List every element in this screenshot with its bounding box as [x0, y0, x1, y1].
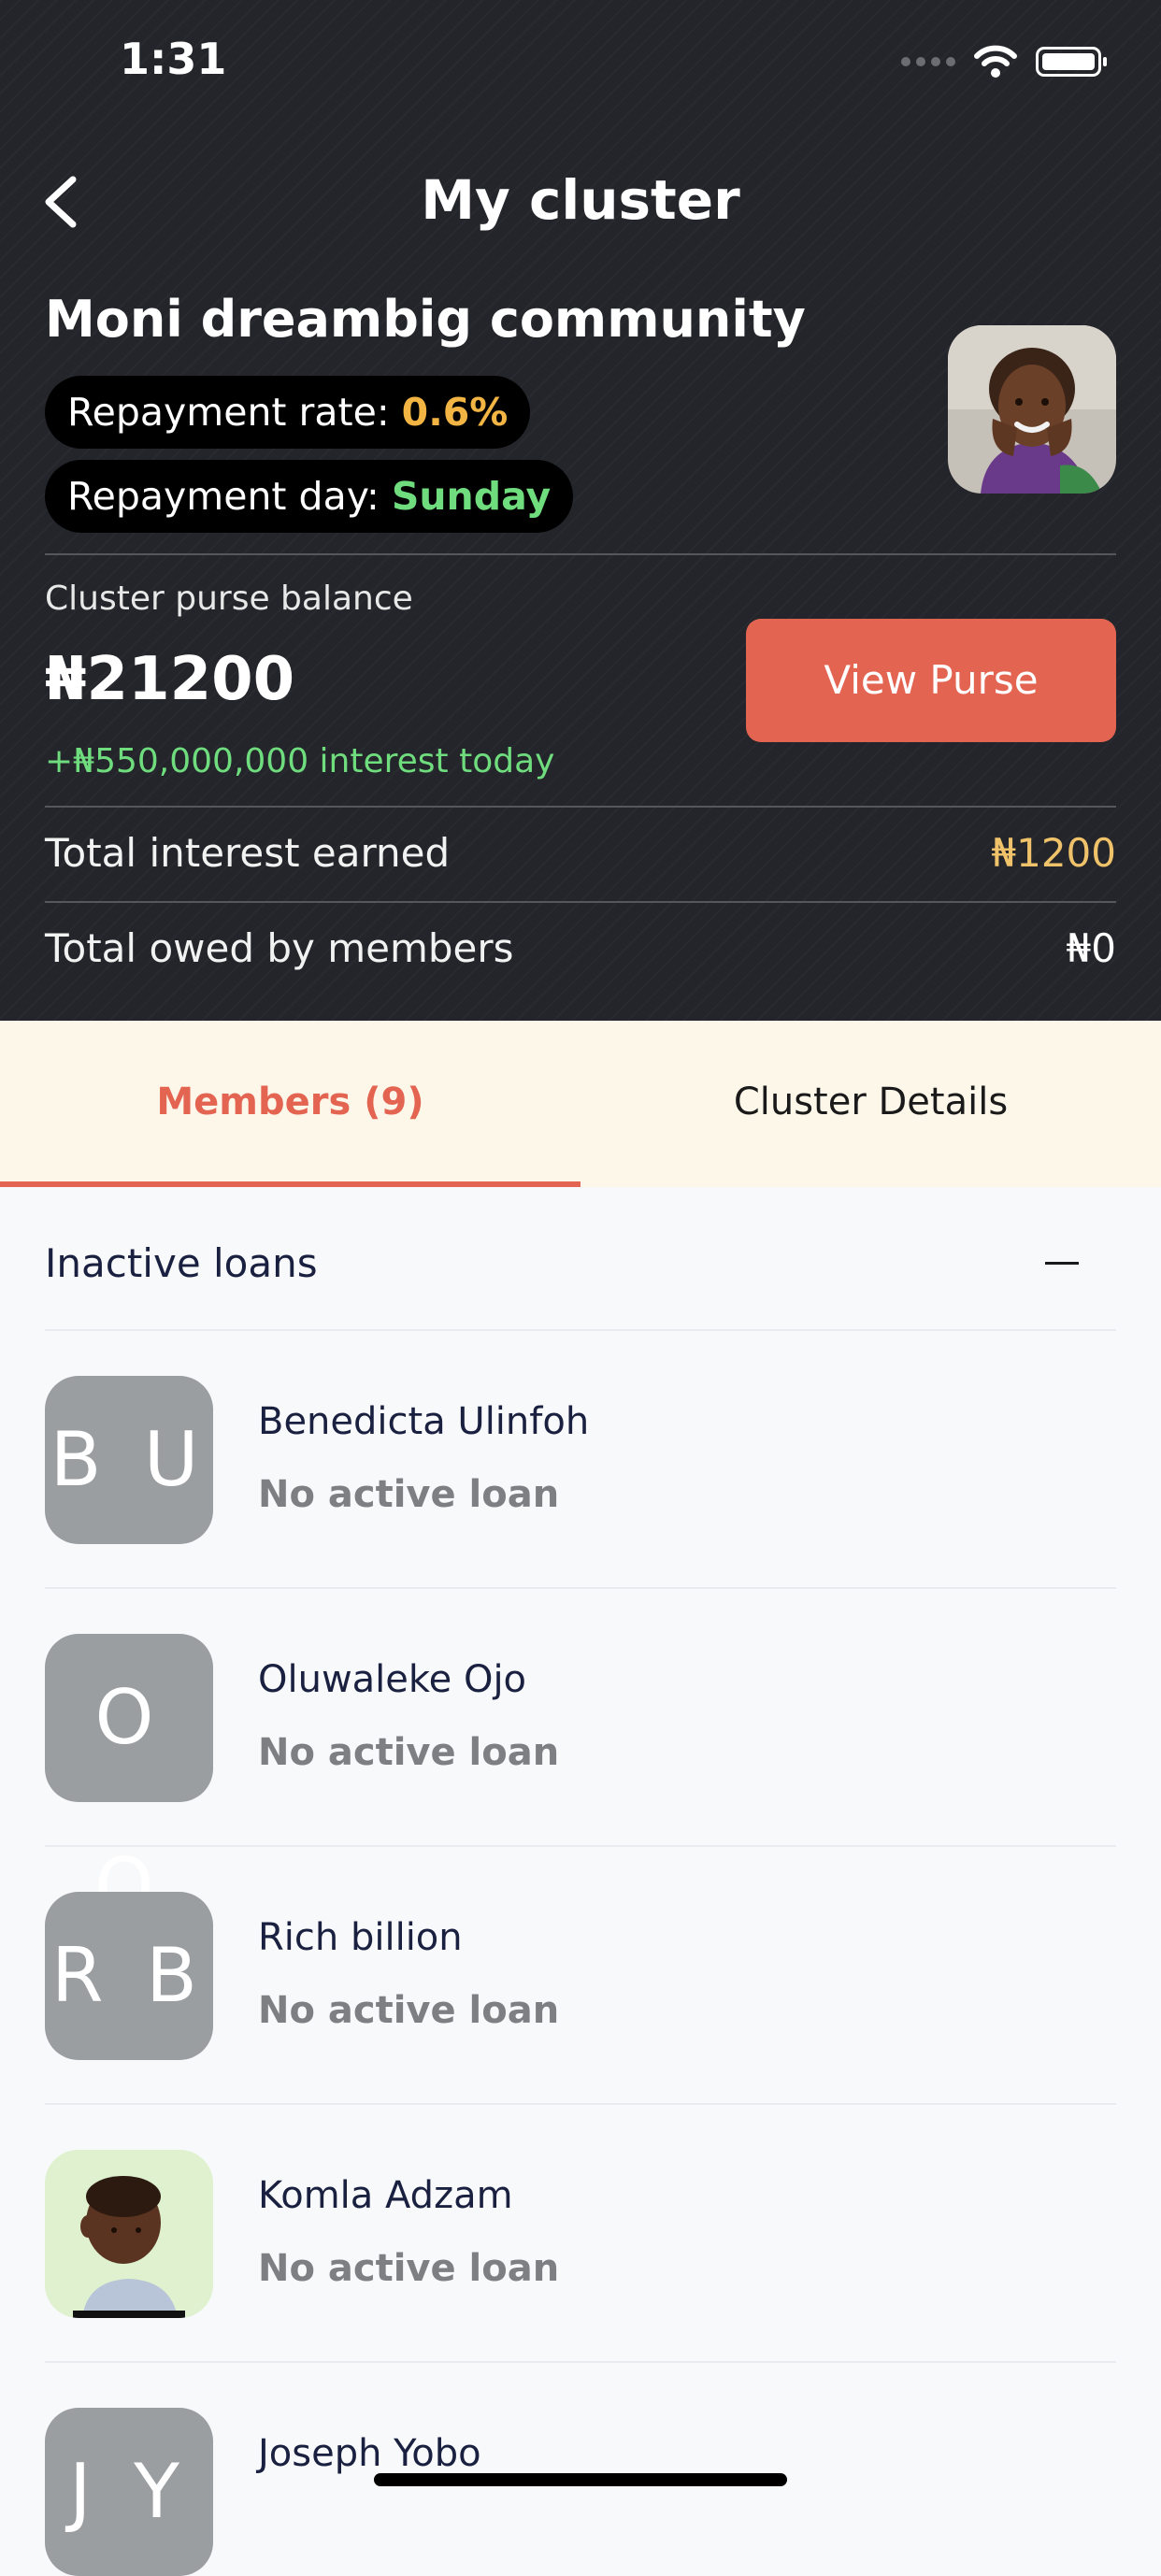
list-divider	[45, 1329, 1116, 1331]
active-tab-indicator	[0, 1181, 580, 1187]
member-loan-status: No active loan	[258, 2247, 560, 2290]
total-owed-label: Total owed by members	[45, 925, 514, 971]
section-title: Inactive loans	[45, 1240, 318, 1286]
member-name: Benedicta Ulinfoh	[258, 1400, 590, 1443]
member-loan-status: No active loan	[258, 1473, 560, 1516]
purse-balance-label: Cluster purse balance	[45, 580, 413, 618]
member-initials-avatar: J Y	[45, 2408, 213, 2576]
member-row[interactable]: Komla Adzam No active loan	[45, 2150, 1116, 2318]
summary-divider	[45, 806, 1116, 808]
list-divider	[45, 1587, 1116, 1589]
cellular-signal-icon	[901, 57, 955, 66]
member-photo-image	[45, 2150, 213, 2318]
repayment-rate-label: Repayment rate:	[67, 390, 402, 435]
repayment-day-badge: Repayment day: Sunday	[45, 460, 574, 533]
tab-cluster-details[interactable]: Cluster Details	[580, 1021, 1161, 1187]
inactive-loans-header[interactable]: Inactive loans	[45, 1232, 1116, 1295]
member-initials-avatar: O O	[45, 1634, 213, 1929]
cluster-avatar-image	[948, 325, 1116, 494]
list-divider	[45, 2103, 1116, 2105]
total-owed-value: ₦0	[1066, 925, 1116, 971]
cluster-header: 1:31 My cluster Moni dreambig community …	[0, 0, 1161, 1021]
status-time: 1:31	[120, 34, 227, 84]
status-icons	[901, 45, 1107, 79]
member-loan-status: No active loan	[258, 1731, 560, 1774]
tab-bar: Members (9) Cluster Details	[0, 1021, 1161, 1187]
repayment-day-value: Sunday	[391, 474, 552, 519]
list-divider	[45, 1845, 1116, 1847]
list-divider	[45, 2361, 1116, 2363]
member-photo-avatar	[45, 2150, 213, 2318]
member-row[interactable]: R B Rich billion No active loan	[45, 1892, 1116, 2060]
battery-icon	[1036, 47, 1107, 77]
member-name: Rich billion	[258, 1916, 463, 1959]
interest-today-text: +₦550,000,000 interest today	[45, 742, 555, 780]
repayment-rate-badge: Repayment rate: 0.6%	[45, 376, 531, 449]
purse-balance-amount: ₦21200	[45, 645, 295, 714]
member-initials-avatar: B U	[45, 1376, 213, 1544]
header-divider	[45, 553, 1116, 555]
member-name: Oluwaleke Ojo	[258, 1658, 527, 1701]
tab-members[interactable]: Members (9)	[0, 1021, 580, 1187]
member-loan-status: No active loan	[258, 1989, 560, 2032]
member-name: Joseph Yobo	[258, 2432, 481, 2475]
repayment-day-label: Repayment day:	[67, 474, 392, 519]
repayment-rate-value: 0.6%	[401, 390, 509, 435]
view-purse-button[interactable]: View Purse	[746, 619, 1116, 742]
member-row[interactable]: O O Oluwaleke Ojo No active loan	[45, 1634, 1116, 1929]
member-initials-avatar: R B	[45, 1892, 213, 2060]
member-name: Komla Adzam	[258, 2174, 513, 2217]
member-row[interactable]: B U Benedicta Ulinfoh No active loan	[45, 1376, 1116, 1544]
summary-divider	[45, 901, 1116, 903]
cluster-avatar[interactable]	[948, 325, 1116, 494]
home-indicator	[374, 2473, 787, 2486]
cluster-name: Moni dreambig community	[45, 290, 806, 349]
wifi-icon	[974, 45, 1017, 78]
member-row[interactable]: J Y Joseph Yobo	[45, 2408, 1116, 2576]
total-interest-value: ₦1200	[991, 830, 1116, 876]
page-title: My cluster	[421, 168, 740, 232]
total-interest-label: Total interest earned	[45, 830, 451, 876]
collapse-icon[interactable]	[1045, 1262, 1079, 1265]
